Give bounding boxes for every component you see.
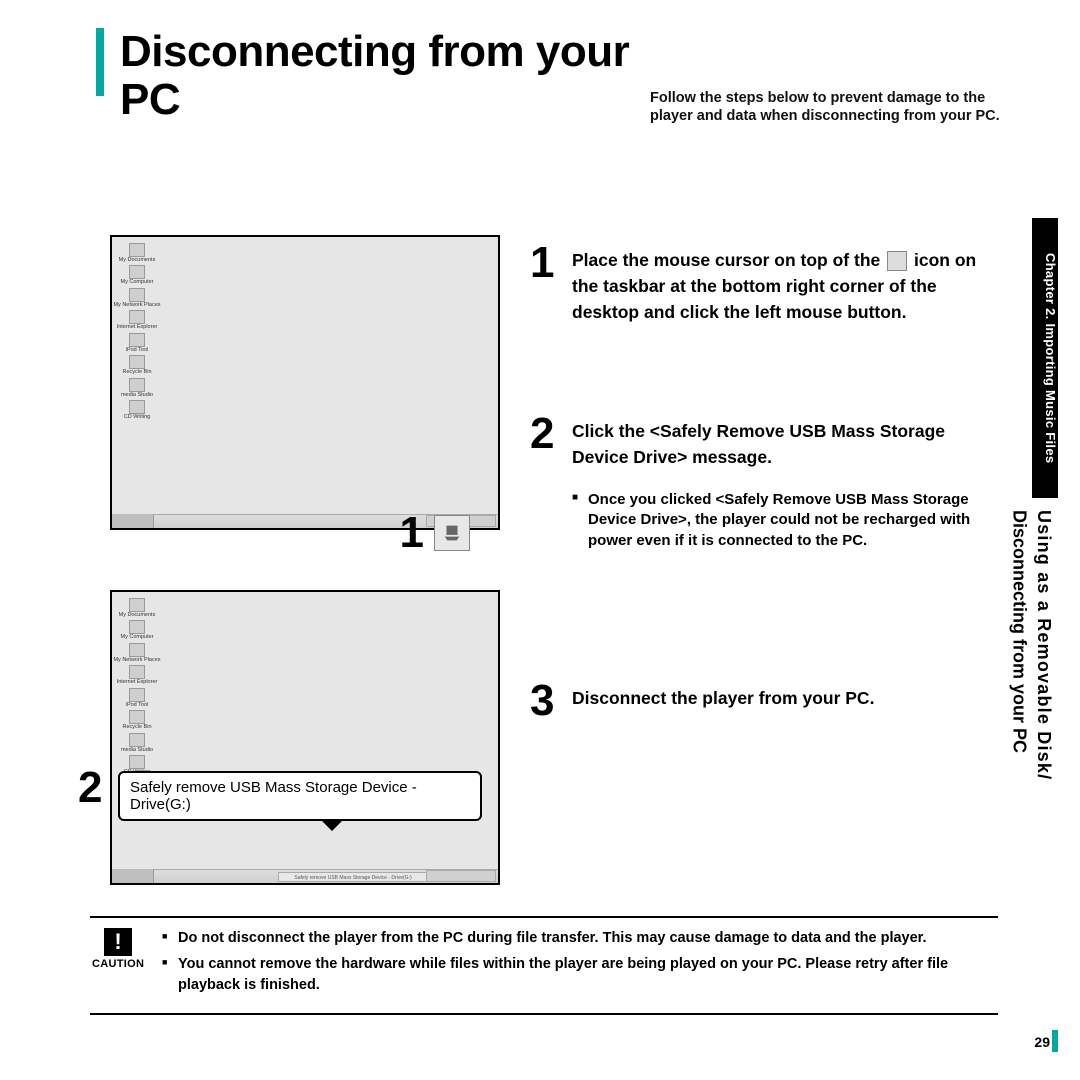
step-number: 3 xyxy=(530,681,572,721)
main-content: My Documents My Computer My Network Plac… xyxy=(80,225,1010,925)
desktop-icons: My Documents My Computer My Network Plac… xyxy=(118,598,156,776)
safely-remove-balloon: Safely remove USB Mass Storage Device - … xyxy=(118,771,482,821)
step-number: 2 xyxy=(530,414,572,551)
section-side-label: Using as a Removable Disk/ Disconnecting… xyxy=(1007,510,1056,860)
desktop-icon: Internet Explorer xyxy=(118,310,156,331)
step-2: 2 Click the <Safely Remove USB Mass Stor… xyxy=(530,414,980,551)
page-number: 29 xyxy=(1034,1034,1050,1050)
system-tray xyxy=(426,870,496,882)
desktop-icon: iPod Tool xyxy=(118,688,156,709)
caution-icon: ! CAUTION xyxy=(92,928,144,1001)
steps-column: 1 Place the mouse cursor on top of the i… xyxy=(500,225,980,925)
desktop-icon: CD Writing xyxy=(118,400,156,421)
caution-list: Do not disconnect the player from the PC… xyxy=(162,928,998,1001)
caution-label: CAUTION xyxy=(92,958,144,970)
chapter-tab: Chapter 2. Importing Music Files xyxy=(1032,218,1058,498)
step-1: 1 Place the mouse cursor on top of the i… xyxy=(530,243,980,326)
desktop-icon: media Studio xyxy=(118,733,156,754)
start-button xyxy=(112,869,154,883)
step-text-a: Place the mouse cursor on top of the xyxy=(572,250,885,270)
desktop-icon: My Network Places xyxy=(118,643,156,664)
step-note: Once you clicked <Safely Remove USB Mass… xyxy=(572,490,980,551)
start-button xyxy=(112,514,154,528)
callout-number: 1 xyxy=(400,508,424,558)
step-3: 3 Disconnect the player from your PC. xyxy=(530,681,980,721)
page-subtitle: Follow the steps below to prevent damage… xyxy=(650,89,1010,125)
safely-remove-hardware-icon xyxy=(887,251,907,271)
desktop-icon: My Computer xyxy=(118,265,156,286)
caution-box: ! CAUTION Do not disconnect the player f… xyxy=(90,916,998,1015)
desktop-icon: My Documents xyxy=(118,598,156,619)
callout-1: 1 xyxy=(400,508,470,558)
desktop-icons: My Documents My Computer My Network Plac… xyxy=(118,243,156,421)
side-label-line2: Disconnecting from your PC xyxy=(1010,510,1030,753)
page-accent xyxy=(1052,1030,1058,1052)
caution-item: Do not disconnect the player from the PC… xyxy=(162,928,998,948)
step-number: 1 xyxy=(530,243,572,326)
title-row: Disconnecting from your PC Follow the st… xyxy=(120,28,1010,125)
safely-remove-hardware-icon xyxy=(434,515,470,551)
screenshot-1: My Documents My Computer My Network Plac… xyxy=(110,235,500,530)
desktop-icon: Internet Explorer xyxy=(118,665,156,686)
caution-item: You cannot remove the hardware while fil… xyxy=(162,954,998,995)
tray-balloon-label: Safely remove USB Mass Storage Device - … xyxy=(278,872,428,882)
desktop-icon: media Studio xyxy=(118,378,156,399)
callout-2-number: 2 xyxy=(78,763,102,813)
desktop-icon: My Network Places xyxy=(118,288,156,309)
page-content: Disconnecting from your PC Follow the st… xyxy=(80,28,1010,925)
screenshot-2: My Documents My Computer My Network Plac… xyxy=(110,590,500,885)
desktop-icon: My Computer xyxy=(118,620,156,641)
taskbar: Safely remove USB Mass Storage Device - … xyxy=(112,869,498,883)
desktop-icon: Recycle Bin xyxy=(118,710,156,731)
page-title: Disconnecting from your PC xyxy=(120,28,642,125)
step-text: Place the mouse cursor on top of the ico… xyxy=(572,243,980,326)
desktop-icon: Recycle Bin xyxy=(118,355,156,376)
step-text: Disconnect the player from your PC. xyxy=(572,681,874,721)
side-label-line1: Using as a Removable Disk/ xyxy=(1034,510,1054,780)
step-main-text: Click the <Safely Remove USB Mass Storag… xyxy=(572,421,945,467)
desktop-icon: iPod Tool xyxy=(118,333,156,354)
exclamation-icon: ! xyxy=(104,928,132,956)
step-text: Click the <Safely Remove USB Mass Storag… xyxy=(572,414,980,551)
screenshots-column: My Documents My Computer My Network Plac… xyxy=(80,225,500,925)
desktop-icon: My Documents xyxy=(118,243,156,264)
